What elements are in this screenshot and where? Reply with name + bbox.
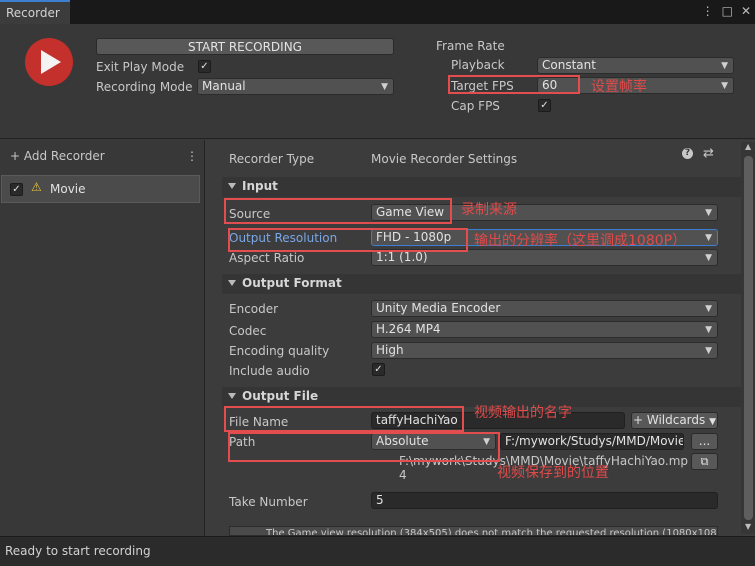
scroll-up-icon[interactable]: ▲ (745, 142, 751, 151)
annotation-box-target-fps (448, 75, 580, 94)
play-icon (41, 50, 61, 74)
chevron-down-icon: ▼ (721, 81, 728, 91)
playback-label: Playback (451, 58, 505, 72)
encoder-dropdown[interactable]: Unity Media Encoder ▼ (371, 300, 718, 317)
include-audio-label: Include audio (229, 364, 310, 378)
warning-icon: ⚠ (31, 180, 42, 194)
chevron-down-icon: ▼ (721, 61, 728, 71)
tab-bar: Recorder ⋮ □ ✕ (0, 0, 755, 24)
path-input[interactable]: F:/mywork/Studys/MMD/Movie (500, 433, 684, 450)
start-recording-button[interactable]: START RECORDING (96, 38, 394, 55)
window-buttons: ⋮ □ ✕ (702, 4, 751, 18)
chevron-down-icon: ▼ (709, 417, 717, 427)
resolution-warning-box: The Game view resolution (384x505) does … (229, 526, 718, 536)
preset-settings-icon[interactable]: ⇄ (703, 146, 714, 161)
chevron-down-icon: ▼ (705, 304, 712, 314)
encoding-quality-dropdown[interactable]: High ▼ (371, 342, 718, 359)
chevron-down-icon: ▼ (705, 208, 712, 218)
maximize-icon[interactable]: □ (722, 4, 733, 18)
chevron-down-icon: ▼ (381, 82, 388, 92)
chevron-down-icon: ▼ (705, 325, 712, 335)
cap-fps-checkbox[interactable]: ✓ (538, 99, 551, 112)
resolution-warning-text: The Game view resolution (384x505) does … (266, 528, 718, 536)
tab-recorder[interactable]: Recorder (0, 0, 70, 24)
codec-label: Codec (229, 324, 267, 338)
recorder-item-label: Movie (50, 182, 86, 196)
chevron-down-icon: ▼ (705, 233, 712, 243)
frame-rate-label: Frame Rate (436, 39, 505, 53)
foldout-arrow-icon (228, 393, 236, 399)
foldout-arrow-icon (228, 280, 236, 286)
add-recorder-button[interactable]: + Add Recorder (10, 149, 105, 163)
wildcards-button[interactable]: + Wildcards ▼ (631, 412, 718, 429)
encoding-quality-label: Encoding quality (229, 344, 330, 358)
cap-fps-label: Cap FPS (451, 99, 500, 113)
scrollbar-thumb[interactable] (744, 156, 753, 520)
foldout-arrow-icon (228, 183, 236, 189)
kebab-icon[interactable]: ⋮ (702, 4, 714, 18)
kebab-icon[interactable]: ⋮ (186, 149, 198, 163)
full-path-text-cont: 4 (399, 468, 407, 482)
record-button[interactable] (25, 38, 73, 86)
annotation-resolution: 输出的分辨率（这里调成1080P） (474, 233, 687, 249)
codec-dropdown[interactable]: H.264 MP4 ▼ (371, 321, 718, 338)
recording-mode-label: Recording Mode (96, 80, 193, 94)
movie-enable-checkbox[interactable]: ✓ (10, 183, 23, 196)
help-icon[interactable]: ? (682, 148, 693, 159)
annotation-box-resolution (228, 228, 468, 252)
annotation-target-fps: 设置帧率 (591, 79, 647, 95)
chevron-down-icon: ▼ (705, 346, 712, 356)
open-external-icon[interactable]: ⧉ (691, 453, 718, 470)
annotation-box-path (228, 432, 500, 462)
chevron-down-icon: ▼ (705, 253, 712, 263)
list-item-movie[interactable]: ✓ ⚠ Movie (1, 175, 200, 203)
annotation-box-source (224, 198, 452, 224)
aspect-ratio-label: Aspect Ratio (229, 251, 305, 265)
status-bar: Ready to start recording (0, 536, 755, 566)
recorder-type-label: Recorder Type (229, 152, 315, 166)
annotation-path: 视频保存到的位置 (497, 465, 609, 481)
annotation-box-file-name (224, 406, 464, 432)
browse-folder-button[interactable]: ... (691, 433, 718, 450)
exit-play-mode-label: Exit Play Mode (96, 60, 185, 74)
take-number-input[interactable]: 5 (371, 492, 718, 509)
section-input-header[interactable]: Input (222, 177, 742, 197)
recorder-type-value: Movie Recorder Settings (371, 152, 518, 166)
annotation-file-name: 视频输出的名字 (474, 405, 572, 421)
recording-mode-dropdown[interactable]: Manual ▼ (197, 78, 394, 95)
close-icon[interactable]: ✕ (741, 4, 751, 18)
include-audio-checkbox[interactable]: ✓ (372, 363, 385, 376)
section-output-format-header[interactable]: Output Format (222, 274, 742, 294)
playback-dropdown[interactable]: Constant ▼ (537, 57, 734, 74)
scroll-down-icon[interactable]: ▼ (745, 522, 751, 531)
exit-play-mode-checkbox[interactable]: ✓ (198, 60, 211, 73)
take-number-label: Take Number (229, 495, 308, 509)
encoder-label: Encoder (229, 302, 279, 316)
annotation-source: 录制来源 (461, 202, 517, 218)
